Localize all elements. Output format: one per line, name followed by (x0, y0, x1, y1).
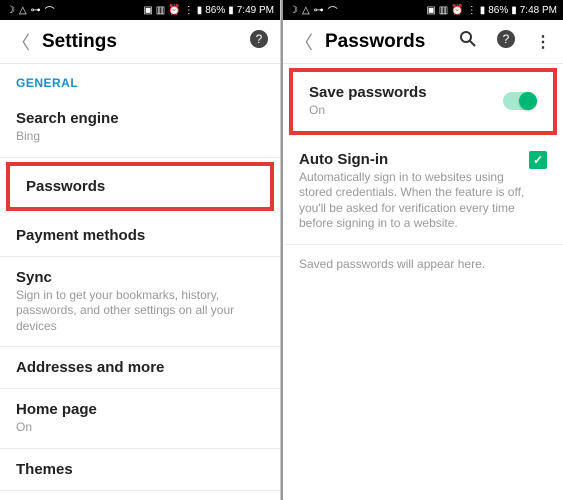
highlight-passwords: Passwords (6, 162, 274, 211)
item-title: Home page (16, 401, 264, 418)
clock: 7:49 PM (237, 5, 274, 16)
item-themes[interactable]: Themes (0, 449, 280, 491)
highlight-save-passwords: Save passwords On (289, 68, 557, 135)
settings-screen: ☽ △ ⊶ ⌒ ▣ ▥ ⏰ ⋮ ▮ 86% ▮ 7:49 PM 〈 Settin… (0, 0, 281, 500)
battery-pct: 86% (488, 5, 508, 16)
toggle-knob (519, 92, 537, 110)
status-bar-left: ☽ △ ⊶ ⌒ ▣ ▥ ⏰ ⋮ ▮ 86% ▮ 7:49 PM (0, 0, 280, 20)
item-sub: On (16, 420, 264, 436)
settings-list[interactable]: GENERAL Search engine Bing Passwords Pay… (0, 64, 280, 500)
arc-icon: ⌒ (328, 3, 338, 18)
signal-icon: ▮ (480, 5, 486, 16)
status-bar-right: ☽ △ ⊶ ⌒ ▣ ▥ ⏰ ⋮ ▮ 86% ▮ 7:48 PM (283, 0, 563, 20)
alarm-icon: ⏰ (451, 5, 463, 16)
saved-passwords-note: Saved passwords will appear here. (283, 245, 563, 283)
item-sub: Bing (16, 129, 264, 145)
wifi-icon: ⋮ (467, 5, 477, 16)
clock: 7:48 PM (520, 5, 557, 16)
screenshot-icon: ▣ (143, 5, 152, 16)
cloud-icon: △ (19, 5, 27, 16)
signal-icon: ▮ (197, 5, 203, 16)
screenshot-icon: ▣ (426, 5, 435, 16)
svg-text:?: ? (503, 32, 510, 46)
more-icon[interactable]: ⋮ (535, 32, 551, 52)
auto-signin-checkbox[interactable]: ✓ (529, 151, 547, 169)
item-sub: On (309, 103, 503, 119)
section-advanced: ADVANCED (0, 491, 280, 500)
alarm-icon: ⏰ (168, 5, 180, 16)
back-icon[interactable]: 〈 (295, 29, 313, 55)
help-icon[interactable]: ? (497, 30, 515, 53)
cloud-icon: △ (302, 5, 310, 16)
item-payment-methods[interactable]: Payment methods (0, 215, 280, 257)
moon-icon: ☽ (6, 5, 15, 16)
key-icon: ⊶ (31, 5, 41, 16)
item-sync[interactable]: Sync Sign in to get your bookmarks, hist… (0, 257, 280, 348)
item-title: Auto Sign-in (299, 151, 529, 168)
search-icon[interactable] (459, 30, 477, 53)
item-title: Passwords (26, 178, 254, 195)
moon-icon: ☽ (289, 5, 298, 16)
svg-text:?: ? (256, 32, 263, 46)
vibrate-icon: ▥ (439, 5, 448, 16)
key-icon: ⊶ (314, 5, 324, 16)
passwords-screen: ☽ △ ⊶ ⌒ ▣ ▥ ⏰ ⋮ ▮ 86% ▮ 7:48 PM 〈 Passwo… (281, 0, 563, 500)
back-icon[interactable]: 〈 (12, 29, 30, 55)
item-title: Search engine (16, 110, 264, 127)
arc-icon: ⌒ (45, 3, 55, 18)
item-addresses[interactable]: Addresses and more (0, 347, 280, 389)
help-icon[interactable]: ? (250, 30, 268, 53)
section-general: GENERAL (0, 64, 280, 98)
item-sub: Sign in to get your bookmarks, history, … (16, 288, 264, 335)
item-save-passwords[interactable]: Save passwords On (293, 72, 553, 131)
item-home-page[interactable]: Home page On (0, 389, 280, 449)
page-title: Passwords (325, 31, 447, 53)
passwords-header: 〈 Passwords ? ⋮ (283, 20, 563, 64)
page-title: Settings (42, 31, 238, 53)
save-passwords-toggle[interactable] (503, 92, 537, 110)
passwords-content: Save passwords On Auto Sign-in Automatic… (283, 64, 563, 500)
battery-icon: ▮ (228, 5, 234, 16)
item-title: Save passwords (309, 84, 503, 101)
item-sub: Automatically sign in to websites using … (299, 170, 529, 232)
vibrate-icon: ▥ (156, 5, 165, 16)
battery-pct: 86% (205, 5, 225, 16)
item-title: Sync (16, 269, 264, 286)
item-title: Addresses and more (16, 359, 264, 376)
item-auto-signin[interactable]: Auto Sign-in Automatically sign in to we… (283, 139, 563, 245)
item-title: Themes (16, 461, 264, 478)
item-search-engine[interactable]: Search engine Bing (0, 98, 280, 158)
battery-icon: ▮ (511, 5, 517, 16)
item-title: Payment methods (16, 227, 264, 244)
settings-header: 〈 Settings ? (0, 20, 280, 64)
item-passwords[interactable]: Passwords (10, 166, 270, 207)
wifi-icon: ⋮ (184, 5, 194, 16)
